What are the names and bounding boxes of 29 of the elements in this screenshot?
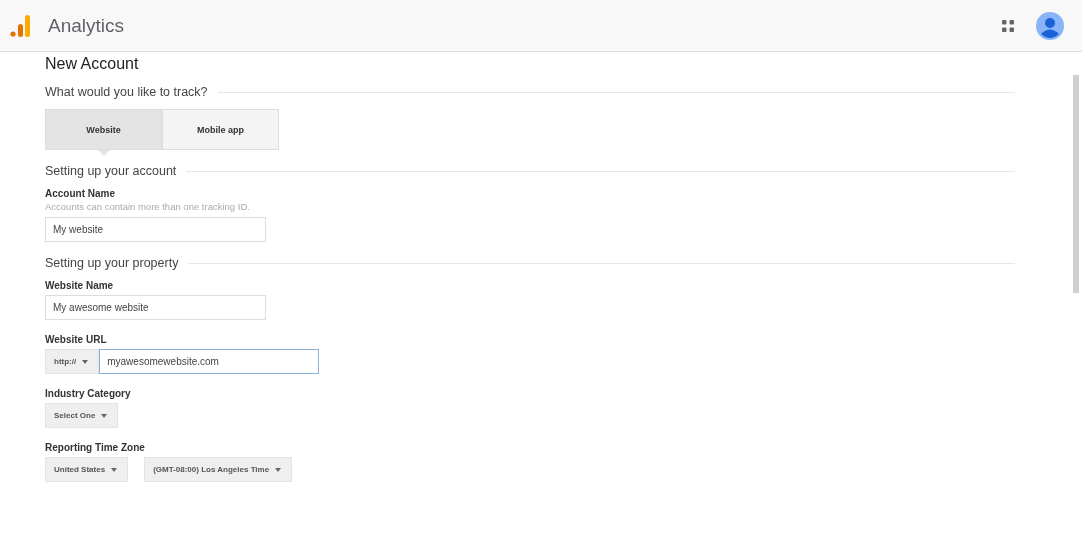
field-label: Industry Category (45, 388, 132, 399)
field-label: Reporting Time Zone (45, 442, 146, 453)
caret-icon (275, 467, 282, 472)
field-hint: Accounts can contain more than one tracking ID. (45, 201, 251, 212)
section-heading: Setting up your account (45, 164, 177, 178)
app-title: Analytics (48, 14, 125, 37)
caret-icon (111, 467, 118, 472)
selection-pointer-icon (97, 150, 110, 156)
caret-icon (101, 413, 108, 418)
scrollbar-thumb[interactable] (1073, 75, 1079, 293)
track-option-tab[interactable]: Website (45, 109, 162, 150)
section-heading: Setting up your property (45, 256, 179, 270)
field-label: Website Name (45, 280, 115, 291)
url-input-field[interactable]: myawesomewebsite.com (99, 349, 320, 374)
page-title: New Account (45, 55, 140, 73)
apps-grid-icon[interactable] (1002, 19, 1014, 32)
avatar-icon[interactable] (1036, 11, 1064, 40)
text-input-field[interactable]: My website (45, 217, 266, 242)
caret-icon (82, 359, 89, 364)
select-dropdown[interactable]: United States (45, 457, 129, 482)
text-input-field[interactable]: My awesome website (45, 295, 266, 320)
bar-chart-logo-icon (10, 13, 32, 38)
section-heading: What would you like to track? (45, 85, 208, 99)
select-dropdown[interactable]: (GMT-08:00) Los Angeles Time (144, 457, 293, 482)
field-label: Website URL (45, 334, 108, 345)
protocol-dropdown[interactable]: http:// (45, 349, 100, 374)
track-option-tab[interactable]: Mobile app (162, 109, 279, 150)
field-label: Account Name (45, 188, 116, 199)
select-dropdown[interactable]: Select One (45, 403, 119, 428)
